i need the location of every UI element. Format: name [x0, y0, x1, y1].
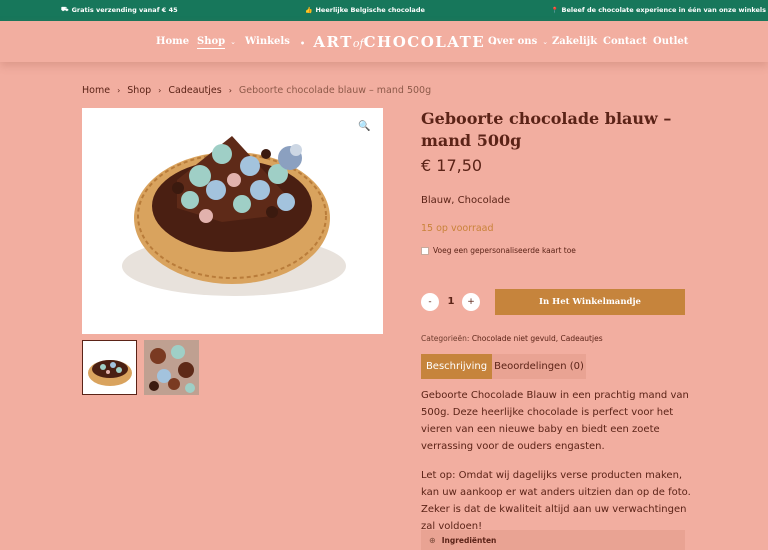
- quantity-decrease-button[interactable]: -: [421, 293, 439, 311]
- breadcrumb-cadeautjes[interactable]: Cadeautjes: [168, 85, 221, 96]
- thumbnail-image: [144, 340, 199, 395]
- nav-shop[interactable]: Shop ⌄: [197, 36, 237, 49]
- nav-label: Winkels: [245, 36, 290, 47]
- nav-contact[interactable]: Contact: [603, 36, 647, 47]
- chevron-down-icon: ⌄: [542, 38, 549, 46]
- card-checkbox[interactable]: [421, 246, 429, 255]
- product-price: € 17,50: [421, 156, 483, 175]
- nav-outlet[interactable]: Outlet: [653, 36, 688, 47]
- site-header: Home Shop ⌄ Winkels • ARTofCHOCOLATE • Ov…: [0, 21, 768, 62]
- tab-description[interactable]: Beschrijving: [421, 354, 492, 379]
- nav-home[interactable]: Home: [156, 36, 189, 47]
- thumbnail-1[interactable]: [82, 340, 137, 395]
- thumbnail-2[interactable]: [144, 340, 199, 395]
- announcement-text: Gratis verzending vanaf € 45: [71, 6, 178, 14]
- categories-links[interactable]: Chocolade niet gevuld, Cadeautjes: [472, 334, 603, 343]
- chevron-right-icon: ›: [117, 86, 121, 95]
- truck-icon: ⛟: [61, 6, 69, 13]
- product-tags: Blauw, Chocolade: [421, 195, 511, 206]
- nav-over-ons[interactable]: Over ons ⌄: [488, 36, 548, 47]
- logo-text: ART: [313, 33, 353, 51]
- nav-label: Zakelijk: [552, 36, 598, 47]
- nav-label: Contact: [603, 36, 647, 47]
- ingredients-accordion[interactable]: ⊕ Ingrediënten: [421, 530, 685, 550]
- nav-winkels[interactable]: Winkels: [245, 36, 290, 47]
- accordion-label: Ingrediënten: [441, 535, 497, 545]
- logo-text: CHOCOLATE: [363, 33, 486, 51]
- zoom-icon[interactable]: 🔍: [355, 117, 374, 136]
- description-paragraph: Geboorte Chocolade Blauw in een prachtig…: [421, 390, 689, 452]
- thumbs-up-icon: 👍: [305, 6, 313, 14]
- tab-reviews[interactable]: Beoordelingen (0): [492, 354, 586, 379]
- breadcrumb-shop[interactable]: Shop: [127, 85, 151, 96]
- nav-label: Shop: [197, 36, 226, 49]
- breadcrumb-current: Geboorte chocolade blauw – mand 500g: [238, 85, 432, 96]
- logo-dot: •: [300, 38, 307, 48]
- nav-label: Outlet: [653, 36, 689, 47]
- breadcrumb-home[interactable]: Home: [82, 85, 110, 96]
- card-option-label: Voeg een gepersonaliseerde kaart toe: [433, 246, 576, 255]
- product-categories: Categorieën: Chocolade niet gevuld, Cade…: [421, 334, 603, 343]
- plus-circle-icon: ⊕: [429, 535, 436, 545]
- product-title: Geboorte chocolade blauw – mand 500g: [421, 109, 672, 150]
- card-option[interactable]: Voeg een gepersonaliseerde kaart toe: [421, 246, 576, 255]
- announcement-experience: 📍 Beleef de chocolate experience in één …: [551, 6, 766, 14]
- basket-image: [122, 136, 346, 296]
- quantity-increase-button[interactable]: +: [462, 293, 480, 311]
- chevron-down-icon: ⌄: [230, 38, 237, 46]
- site-logo[interactable]: • ARTofCHOCOLATE •: [300, 33, 499, 51]
- announcement-chocolate: 👍 Heerlijke Belgische chocolade: [305, 6, 425, 14]
- add-to-cart-button[interactable]: In Het Winkelmandje: [495, 289, 685, 315]
- chevron-right-icon: ›: [228, 86, 232, 95]
- chevron-right-icon: ›: [158, 86, 162, 95]
- stock-status: 15 op voorraad: [421, 223, 494, 234]
- nav-label: Home: [156, 36, 190, 47]
- nav-zakelijk[interactable]: Zakelijk: [552, 36, 597, 47]
- quantity-input[interactable]: 1: [444, 296, 458, 307]
- description-paragraph: Let op: Omdat wij dagelijks verse produc…: [421, 470, 691, 532]
- announcement-text: Beleef de chocolate experience in één va…: [561, 6, 767, 14]
- logo-text: of: [352, 37, 364, 50]
- announcement-text: Heerlijke Belgische chocolade: [315, 6, 425, 14]
- announcement-shipping: ⛟ Gratis verzending vanaf € 45: [61, 6, 178, 14]
- announcement-bar: ⛟ Gratis verzending vanaf € 45 👍 Heerlij…: [0, 0, 768, 21]
- breadcrumb: Home › Shop › Cadeautjes › Geboorte choc…: [82, 85, 431, 96]
- product-main-image[interactable]: [82, 108, 383, 334]
- map-pin-icon: 📍: [551, 6, 559, 14]
- nav-label: Over ons: [488, 36, 538, 47]
- thumbnail-image: [88, 360, 132, 386]
- categories-label: Categorieën:: [421, 334, 470, 343]
